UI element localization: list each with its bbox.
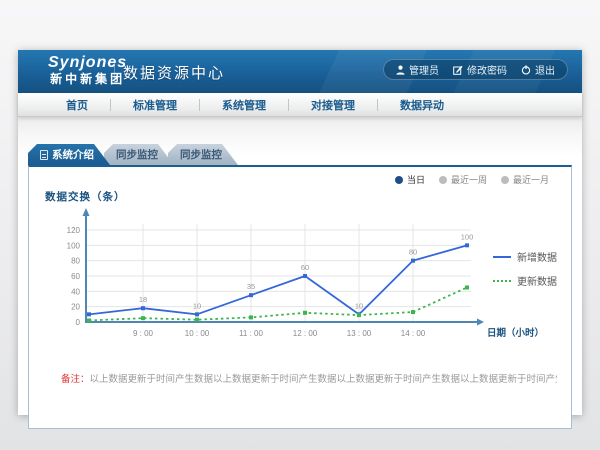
- chart-panel: 当日 最近一周 最近一月 数据交换（条） 0204060801001209 : …: [28, 165, 572, 429]
- tab-sync-monitor-1[interactable]: 同步监控: [104, 144, 174, 165]
- legend-label: 更新数据: [517, 273, 557, 288]
- solid-line-icon: [493, 256, 511, 258]
- svg-text:60: 60: [71, 272, 80, 281]
- svg-text:35: 35: [247, 282, 255, 291]
- logo-text-en: Synjones: [48, 54, 127, 72]
- svg-text:0: 0: [76, 318, 81, 327]
- change-password-label: 修改密码: [467, 62, 507, 77]
- nav-item-home[interactable]: 首页: [44, 97, 110, 113]
- company-logo: Synjones 新中新集团: [48, 54, 127, 86]
- current-user-button[interactable]: 管理员: [396, 62, 439, 77]
- tab-label: 同步监控: [180, 147, 222, 162]
- app-header: Synjones 新中新集团 数据资源中心 管理员 修改密码 退出: [18, 50, 582, 93]
- svg-text:120: 120: [67, 226, 81, 235]
- svg-text:20: 20: [71, 303, 80, 312]
- chart-legend: 新增数据 更新数据: [493, 249, 557, 288]
- user-icon: [396, 65, 405, 75]
- legend-item-new-data: 新增数据: [493, 249, 557, 264]
- content-area: 系统介绍 同步监控 同步监控 当日 最近一周: [18, 117, 582, 414]
- svg-text:80: 80: [71, 257, 80, 266]
- svg-text:100: 100: [461, 232, 474, 241]
- footnote-prefix: 备注：: [61, 374, 90, 385]
- page-background: Synjones 新中新集团 数据资源中心 管理员 修改密码 退出: [0, 0, 600, 450]
- svg-text:40: 40: [71, 287, 80, 296]
- nav-item-interface-mgmt[interactable]: 对接管理: [289, 97, 377, 113]
- header-divider: [114, 59, 115, 84]
- tab-label: 同步监控: [116, 147, 158, 162]
- svg-text:18: 18: [139, 295, 147, 304]
- logout-button[interactable]: 退出: [521, 62, 555, 77]
- svg-text:11 : 00: 11 : 00: [239, 329, 263, 338]
- page-title: 数据资源中心: [123, 62, 225, 83]
- svg-text:10 : 00: 10 : 00: [185, 329, 210, 338]
- legend-label: 新增数据: [517, 249, 557, 264]
- nav-item-data-change[interactable]: 数据异动: [378, 97, 466, 113]
- svg-text:60: 60: [301, 263, 309, 272]
- current-user-label: 管理员: [409, 62, 439, 77]
- nav-item-system-mgmt[interactable]: 系统管理: [200, 97, 288, 113]
- document-icon: [40, 150, 48, 160]
- svg-text:13 : 00: 13 : 00: [347, 329, 372, 338]
- tab-sync-monitor-2[interactable]: 同步监控: [168, 144, 238, 165]
- svg-text:100: 100: [67, 241, 81, 250]
- footnote: 备注：以上数据更新于时间产生数据以上数据更新于时间产生数据以上数据更新于时间产生…: [61, 371, 557, 385]
- svg-text:80: 80: [409, 248, 417, 257]
- svg-text:日期（小时）: 日期（小时）: [487, 327, 544, 339]
- app-window: Synjones 新中新集团 数据资源中心 管理员 修改密码 退出: [18, 50, 582, 415]
- svg-text:9 : 00: 9 : 00: [133, 329, 154, 338]
- footnote-text: 以上数据更新于时间产生数据以上数据更新于时间产生数据以上数据更新于时间产生数据以…: [90, 374, 557, 385]
- tab-label: 系统介绍: [52, 147, 94, 162]
- legend-item-updated-data: 更新数据: [493, 273, 557, 288]
- change-password-button[interactable]: 修改密码: [453, 62, 507, 77]
- logo-text-cn: 新中新集团: [48, 72, 127, 86]
- line-chart: 0 20 40 60 80 100 120 9 : 00 10 : 00 11 : 00 12 : …: [29, 167, 573, 367]
- nav-item-standard-mgmt[interactable]: 标准管理: [111, 97, 199, 113]
- svg-text:12 : 00: 12 : 00: [293, 329, 318, 338]
- svg-text:14 : 00: 14 : 00: [401, 329, 426, 338]
- logout-label: 退出: [535, 62, 555, 77]
- tab-system-intro[interactable]: 系统介绍: [28, 144, 110, 165]
- svg-text:10: 10: [355, 301, 363, 310]
- main-nav: 首页 标准管理 系统管理 对接管理 数据异动: [18, 93, 582, 117]
- dotted-line-icon: [493, 280, 511, 282]
- power-icon: [521, 65, 531, 75]
- user-toolbar: 管理员 修改密码 退出: [383, 59, 568, 80]
- svg-text:10: 10: [193, 301, 201, 310]
- tab-bar: 系统介绍 同步监控 同步监控: [28, 144, 238, 165]
- edit-icon: [453, 65, 463, 75]
